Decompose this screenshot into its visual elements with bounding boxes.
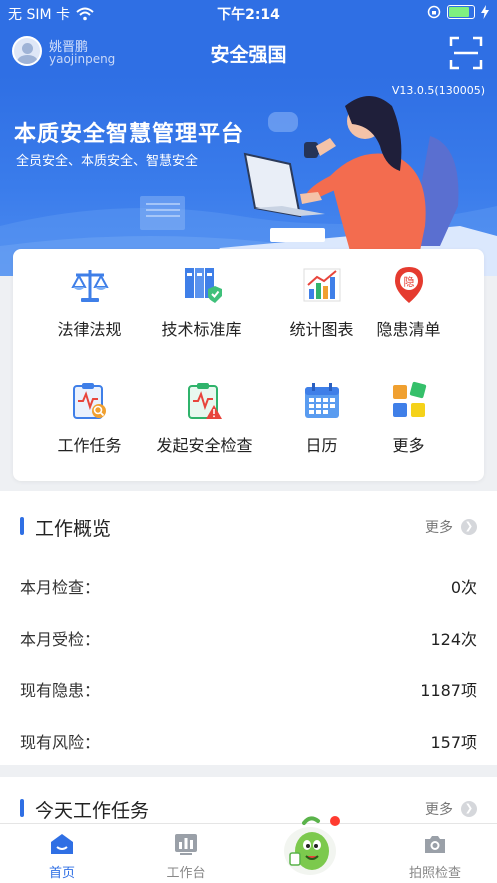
menu-label: 工作任务 (57, 436, 122, 455)
work-overview: 工作概览 更多 ❯ 本月检查： 0次 本月受检： 124次 现有隐患： 1187… (0, 491, 497, 765)
tasks-title: 今天工作任务 (35, 800, 150, 822)
stat-label: 本月受检： (20, 630, 101, 649)
menu-item-more[interactable]: 更多 (350, 365, 467, 465)
menu-item-hazards[interactable]: 隐 隐患清单 (350, 249, 467, 349)
mascot-icon[interactable] (278, 813, 342, 877)
tab-workbench[interactable]: 工作台 (131, 824, 241, 883)
menu-item-standards[interactable]: 技术标准库 (143, 249, 260, 349)
stat-label: 现有隐患： (20, 681, 101, 700)
status-bar: 无 SIM 卡 下午2:14 (0, 0, 497, 26)
battery-icon (447, 5, 475, 19)
app-header: 姚晋鹏 yaojinpeng 安全强国 (0, 26, 497, 76)
stat-row[interactable]: 本月受检： 124次 (20, 626, 477, 656)
menu-item-start-inspection[interactable]: 发起安全检查 (146, 365, 263, 465)
bar-chart-icon (303, 268, 341, 302)
stat-value: 1187项 (420, 681, 477, 700)
menu-label: 法律法规 (57, 320, 122, 339)
svg-text:隐: 隐 (404, 276, 415, 289)
home-icon (51, 834, 73, 854)
menu-item-tasks[interactable]: 工作任务 (31, 365, 148, 465)
tab-photo-inspection[interactable]: 拍照检查 (380, 824, 490, 883)
camera-icon (425, 836, 445, 853)
banner: V13.0.5(130005) 本质安全智慧管理平台 全员安全、本质安全、智慧安… (0, 76, 497, 276)
chevron-right-icon: ❯ (461, 519, 477, 535)
section-marker (20, 517, 24, 535)
status-time: 下午2:14 (217, 7, 280, 23)
scales-icon (71, 270, 109, 302)
stat-row[interactable]: 本月检查： 0次 (20, 574, 477, 604)
calendar-icon (305, 383, 339, 418)
stat-row[interactable]: 现有风险： 157项 (20, 729, 477, 759)
overview-more-link[interactable]: 更多 ❯ (425, 517, 477, 537)
more-tiles-icon (393, 381, 427, 417)
overview-title: 工作概览 (35, 518, 112, 540)
tasks-more-link[interactable]: 更多 ❯ (425, 799, 477, 819)
task-clipboard-icon (73, 383, 106, 419)
stat-value: 124次 (430, 630, 477, 649)
version-label: V13.0.5(130005) (391, 84, 485, 97)
stat-row[interactable]: 现有隐患： 1187项 (20, 677, 477, 707)
more-label: 更多 (425, 802, 453, 818)
menu-label: 更多 (392, 436, 425, 455)
menu-item-laws[interactable]: 法律法规 (31, 249, 148, 349)
hazard-pin-icon: 隐 (395, 267, 423, 303)
menu-label: 发起安全检查 (156, 436, 253, 455)
tab-bar: 首页 工作台 拍照检查 (0, 823, 497, 883)
banner-illustration (0, 96, 497, 276)
charging-icon (481, 5, 489, 19)
more-label: 更多 (425, 520, 453, 536)
status-right (427, 5, 489, 19)
warning-clipboard-icon (188, 383, 222, 419)
tab-label: 工作台 (166, 866, 206, 881)
section-marker (20, 799, 24, 817)
stat-value: 157项 (430, 733, 477, 752)
stat-label: 现有风险： (20, 733, 101, 752)
workbench-icon (175, 834, 197, 855)
menu-label: 隐患清单 (376, 320, 441, 339)
menu-label: 技术标准库 (161, 320, 242, 339)
banner-title: 本质安全智慧管理平台 (14, 122, 245, 147)
scan-icon[interactable] (449, 36, 483, 70)
chevron-right-icon: ❯ (461, 801, 477, 817)
rotation-lock-icon (427, 5, 441, 19)
page-title: 安全强国 (210, 44, 287, 66)
binders-icon (185, 268, 222, 303)
quick-menu: 法律法规 技术标准库 统计图表 隐 隐患清单 工作任务 发起安全检查 日历 更多 (13, 249, 484, 481)
tab-home[interactable]: 首页 (7, 824, 117, 883)
tab-label: 拍照检查 (408, 866, 461, 881)
stat-value: 0次 (450, 578, 477, 597)
banner-subtitle: 全员安全、本质安全、智慧安全 (16, 154, 199, 169)
tab-label: 首页 (48, 866, 75, 881)
stat-label: 本月检查： (20, 578, 101, 597)
